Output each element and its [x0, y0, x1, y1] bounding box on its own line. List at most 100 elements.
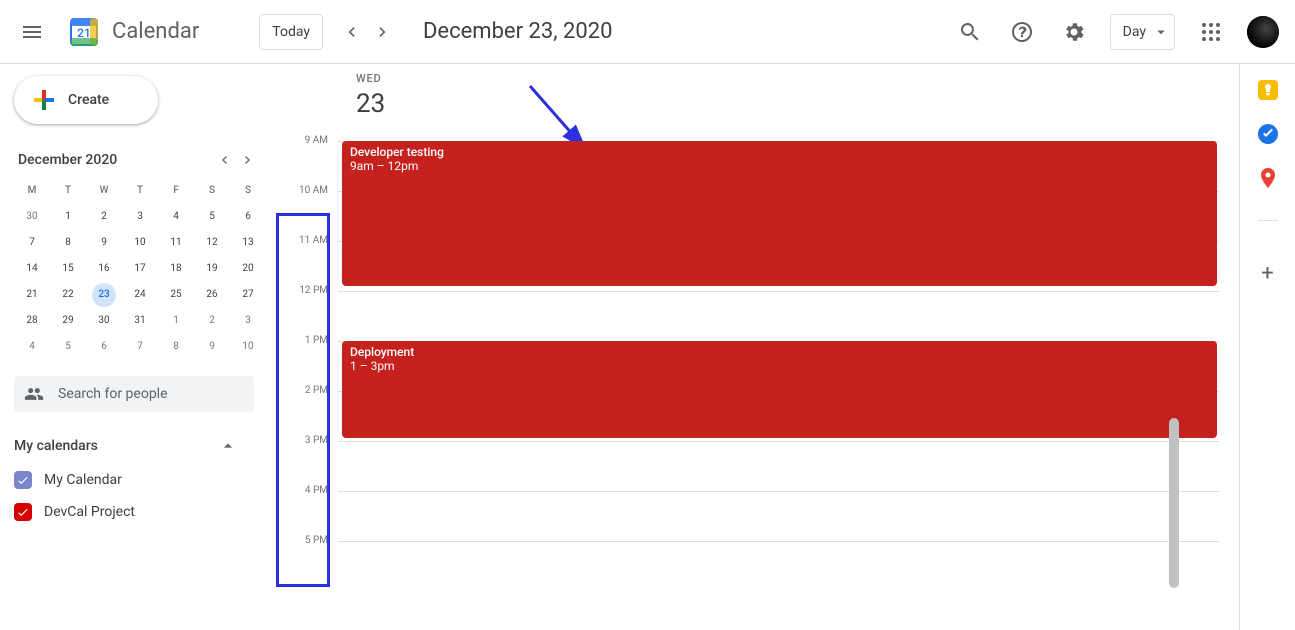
- prev-period-button[interactable]: [335, 16, 367, 48]
- mini-cal-day[interactable]: 23: [86, 282, 122, 308]
- mini-cal-day[interactable]: 4: [158, 204, 194, 230]
- current-date-label: December 23, 2020: [423, 19, 612, 44]
- chevron-left-icon: [341, 22, 361, 42]
- mini-cal-day[interactable]: 22: [50, 282, 86, 308]
- my-calendars-toggle[interactable]: My calendars: [14, 436, 256, 456]
- mini-cal-day[interactable]: 11: [158, 230, 194, 256]
- chevron-right-icon: [373, 22, 393, 42]
- main-menu-button[interactable]: [8, 8, 56, 56]
- mini-cal-day[interactable]: 30: [86, 308, 122, 334]
- search-people-input[interactable]: Search for people: [14, 376, 254, 412]
- mini-cal-day[interactable]: 7: [14, 230, 50, 256]
- event-time: 1 – 3pm: [350, 359, 1209, 373]
- view-selector-label: Day: [1123, 24, 1146, 40]
- mini-cal-day[interactable]: 7: [122, 334, 158, 360]
- settings-button[interactable]: [1050, 8, 1098, 56]
- calendar-name: My Calendar: [44, 472, 122, 488]
- grid-line: [338, 441, 1219, 442]
- mini-cal-day[interactable]: 10: [122, 230, 158, 256]
- event-title: Developer testing: [350, 145, 1209, 159]
- mini-cal-day[interactable]: 18: [158, 256, 194, 282]
- mini-cal-day[interactable]: 5: [50, 334, 86, 360]
- mini-cal-day[interactable]: 4: [14, 334, 50, 360]
- rail-divider: [1258, 220, 1278, 221]
- mini-cal-day[interactable]: 17: [122, 256, 158, 282]
- mini-cal-dow: M: [14, 178, 50, 204]
- svg-text:21: 21: [77, 26, 91, 40]
- time-grid[interactable]: 9 AM10 AM11 AM12 PM1 PM2 PM3 PM4 PM5 PMD…: [256, 141, 1239, 601]
- event-title: Deployment: [350, 345, 1209, 359]
- mini-cal-dow: F: [158, 178, 194, 204]
- mini-cal-day[interactable]: 26: [194, 282, 230, 308]
- header: 21 Calendar Today December 23, 2020 Day: [0, 0, 1295, 64]
- scrollbar[interactable]: [1169, 418, 1179, 588]
- my-calendars-section: My calendars My Calendar DevCal Project: [14, 436, 256, 528]
- hour-label: 1 PM: [256, 335, 328, 346]
- mini-cal-day[interactable]: 9: [194, 334, 230, 360]
- calendar-event[interactable]: Deployment1 – 3pm: [342, 341, 1217, 438]
- dropdown-arrow-icon: [1152, 23, 1170, 41]
- tasks-icon[interactable]: [1258, 124, 1278, 144]
- keep-icon[interactable]: [1258, 80, 1278, 100]
- mini-cal-day[interactable]: 21: [14, 282, 50, 308]
- calendar-list-item[interactable]: My Calendar: [14, 464, 256, 496]
- maps-icon[interactable]: [1258, 168, 1278, 188]
- chevron-right-icon: [240, 152, 256, 168]
- mini-cal-day[interactable]: 31: [122, 308, 158, 334]
- app-logo[interactable]: 21 Calendar: [56, 12, 203, 52]
- mini-cal-day[interactable]: 3: [122, 204, 158, 230]
- hour-label: 4 PM: [256, 485, 328, 496]
- mini-cal-day[interactable]: 1: [50, 204, 86, 230]
- mini-cal-day[interactable]: 12: [194, 230, 230, 256]
- mini-cal-day[interactable]: 19: [194, 256, 230, 282]
- mini-cal-day[interactable]: 30: [14, 204, 50, 230]
- mini-cal-day[interactable]: 9: [86, 230, 122, 256]
- next-period-button[interactable]: [367, 16, 399, 48]
- help-icon: [1010, 20, 1034, 44]
- mini-cal-title: December 2020: [14, 152, 212, 168]
- mini-cal-day[interactable]: 15: [50, 256, 86, 282]
- people-icon: [24, 384, 44, 404]
- mini-cal-day[interactable]: 8: [50, 230, 86, 256]
- mini-cal-day[interactable]: 28: [14, 308, 50, 334]
- calendar-checkbox[interactable]: [14, 503, 32, 521]
- mini-cal-dow: T: [50, 178, 86, 204]
- side-panel: +: [1239, 64, 1295, 630]
- add-ons-button[interactable]: +: [1261, 261, 1273, 286]
- annotation-highlight-box: [276, 213, 330, 587]
- calendar-area: WED 23 9 AM10 AM11 AM12 PM1 PM2 PM3 PM4 …: [256, 64, 1239, 630]
- mini-cal-day[interactable]: 8: [158, 334, 194, 360]
- day-number: 23: [356, 89, 1239, 119]
- create-button[interactable]: Create: [14, 76, 158, 124]
- create-button-label: Create: [68, 92, 109, 108]
- chevron-up-icon: [218, 436, 238, 456]
- grid-line: [338, 291, 1219, 292]
- support-button[interactable]: [998, 8, 1046, 56]
- google-apps-button[interactable]: [1187, 8, 1235, 56]
- mini-cal-day[interactable]: 1: [158, 308, 194, 334]
- mini-cal-day[interactable]: 2: [86, 204, 122, 230]
- hour-label: 3 PM: [256, 435, 328, 446]
- mini-cal-day[interactable]: 25: [158, 282, 194, 308]
- mini-cal-day[interactable]: 16: [86, 256, 122, 282]
- today-button[interactable]: Today: [259, 14, 323, 50]
- mini-cal-day[interactable]: 6: [86, 334, 122, 360]
- my-calendars-title: My calendars: [14, 438, 218, 454]
- account-avatar[interactable]: [1247, 16, 1279, 48]
- mini-cal-prev[interactable]: [212, 148, 236, 172]
- hour-label: 10 AM: [256, 185, 328, 196]
- hour-label: 11 AM: [256, 235, 328, 246]
- mini-cal-day[interactable]: 14: [14, 256, 50, 282]
- search-button[interactable]: [946, 8, 994, 56]
- mini-cal-day[interactable]: 29: [50, 308, 86, 334]
- mini-cal-dow: T: [122, 178, 158, 204]
- view-selector[interactable]: Day: [1110, 14, 1175, 50]
- mini-cal-day[interactable]: 5: [194, 204, 230, 230]
- hour-label: 5 PM: [256, 535, 328, 546]
- calendar-list-item[interactable]: DevCal Project: [14, 496, 256, 528]
- mini-cal-day[interactable]: 2: [194, 308, 230, 334]
- mini-cal-day[interactable]: 24: [122, 282, 158, 308]
- calendar-event[interactable]: Developer testing9am – 12pm: [342, 141, 1217, 286]
- calendar-name: DevCal Project: [44, 504, 135, 520]
- calendar-checkbox[interactable]: [14, 471, 32, 489]
